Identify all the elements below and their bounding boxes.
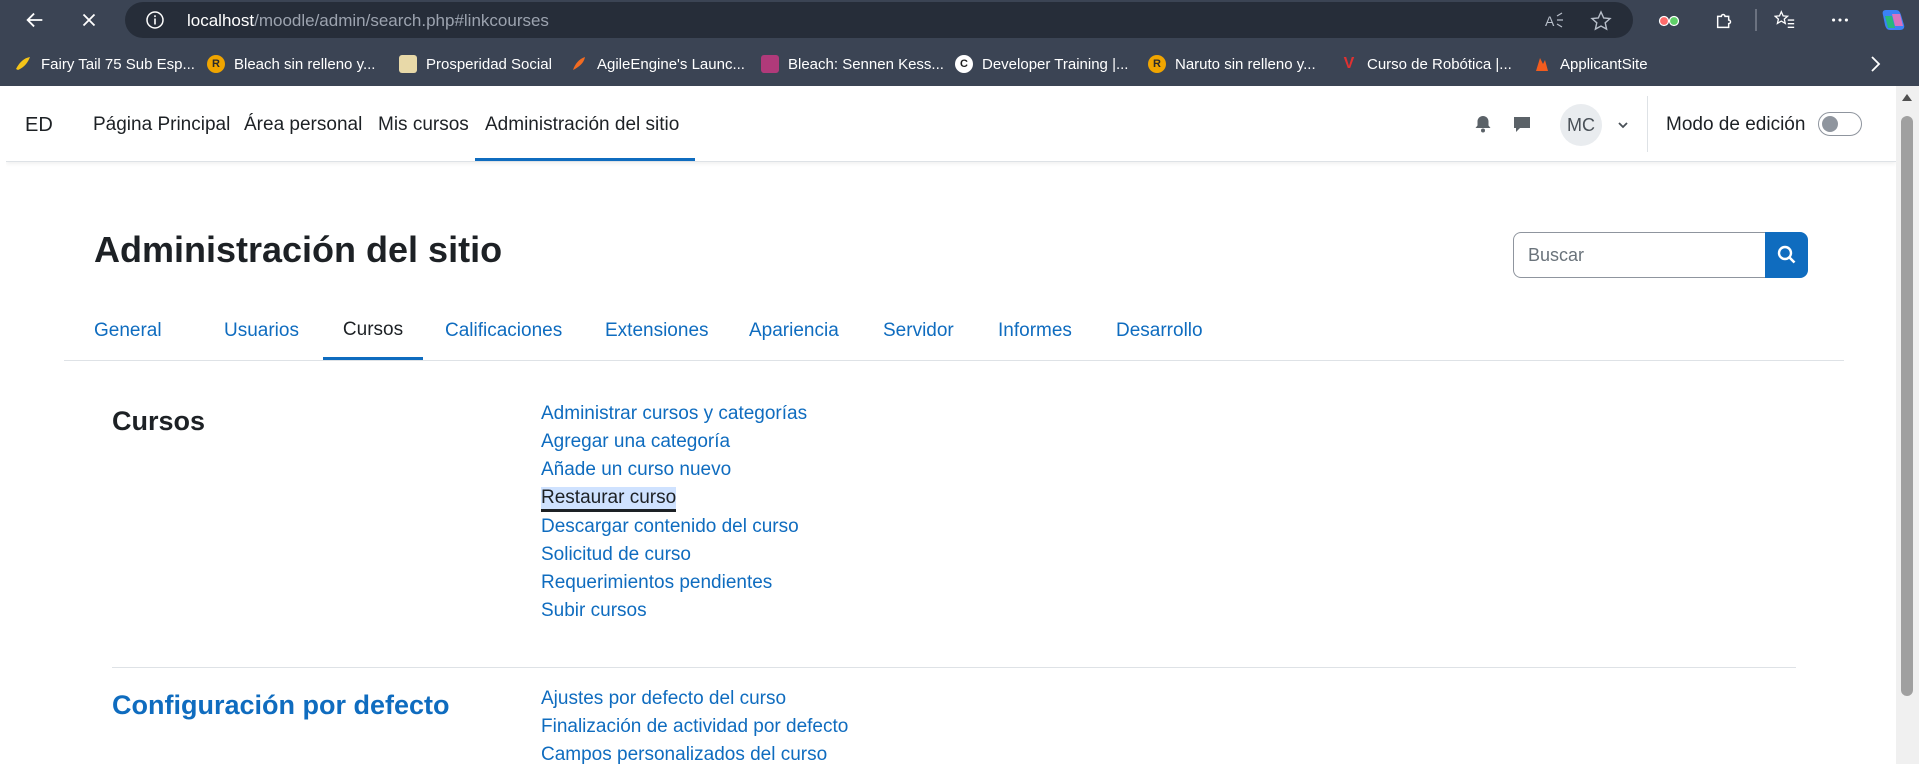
flame-icon bbox=[1533, 55, 1551, 73]
navbar-divider bbox=[1647, 96, 1648, 152]
scrollbar-thumb[interactable] bbox=[1901, 116, 1913, 696]
nav-link-home[interactable]: Página Principal bbox=[93, 114, 230, 136]
browser-chrome: localhost/moodle/admin/search.php#linkco… bbox=[0, 0, 1919, 86]
bookmark-label: Bleach sin relleno y... bbox=[234, 55, 376, 73]
bookmark-label: Prosperidad Social bbox=[426, 55, 552, 73]
letter-r-icon: R bbox=[207, 55, 225, 73]
page-scrollbar[interactable] bbox=[1896, 86, 1919, 764]
bookmark-label: Bleach: Sennen Kess... bbox=[788, 55, 944, 73]
site-brand[interactable]: ED bbox=[25, 114, 53, 137]
bookmark-item[interactable]: Bleach: Sennen Kess... bbox=[761, 53, 944, 75]
nav-link-site-admin[interactable]: Administración del sitio bbox=[485, 114, 679, 136]
toolbar-divider bbox=[1755, 9, 1757, 31]
bookmark-item[interactable]: AgileEngine's Launc... bbox=[570, 53, 745, 75]
link-download-content[interactable]: Descargar contenido del curso bbox=[541, 516, 799, 538]
nav-link-dashboard[interactable]: Área personal bbox=[244, 114, 362, 136]
address-bar[interactable]: localhost/moodle/admin/search.php#linkco… bbox=[125, 2, 1633, 38]
bookmark-item[interactable]: Fairy Tail 75 Sub Esp... bbox=[14, 53, 195, 75]
bookmark-label: ApplicantSite bbox=[1560, 55, 1648, 73]
link-activity-completion-defaults[interactable]: Finalización de actividad por defecto bbox=[541, 716, 848, 738]
section-title-courses: Cursos bbox=[112, 406, 206, 436]
toggle-knob bbox=[1822, 116, 1838, 132]
bookmark-label: Curso de Robótica |... bbox=[1367, 55, 1512, 73]
read-aloud-icon[interactable]: A bbox=[1543, 10, 1565, 32]
edit-mode-label: Modo de edición bbox=[1666, 114, 1806, 135]
back-button[interactable] bbox=[20, 6, 50, 34]
search-input[interactable] bbox=[1513, 232, 1765, 278]
moodle-page: ED Página Principal Área personal Mis cu… bbox=[6, 86, 1896, 764]
bookmark-label: Developer Training |... bbox=[982, 55, 1129, 73]
svg-text:A: A bbox=[1545, 13, 1555, 29]
link-course-custom-fields[interactable]: Campos personalizados del curso bbox=[541, 744, 827, 764]
stop-loading-button[interactable] bbox=[74, 6, 104, 34]
search-icon bbox=[1777, 245, 1795, 264]
extension-glasses-icon[interactable] bbox=[1657, 8, 1681, 32]
search-button[interactable] bbox=[1765, 232, 1808, 278]
top-navbar: ED Página Principal Área personal Mis cu… bbox=[6, 86, 1896, 162]
favorites-list-icon[interactable] bbox=[1773, 8, 1797, 32]
copilot-icon[interactable] bbox=[1880, 6, 1908, 34]
section-divider bbox=[112, 667, 1796, 668]
admin-tabs: General Usuarios Cursos Calificaciones E… bbox=[64, 302, 1844, 361]
chat-icon[interactable] bbox=[1511, 113, 1533, 135]
shield-icon bbox=[399, 55, 417, 73]
anime-icon bbox=[761, 55, 779, 73]
tab-grades[interactable]: Calificaciones bbox=[445, 302, 562, 360]
url-text: localhost/moodle/admin/search.php#linkco… bbox=[187, 11, 549, 30]
extensions-puzzle-icon[interactable] bbox=[1713, 8, 1737, 32]
letter-r-icon: R bbox=[1148, 55, 1166, 73]
letter-c-icon: C bbox=[955, 55, 973, 73]
bookmark-item[interactable]: C Developer Training |... bbox=[955, 53, 1128, 75]
link-upload-courses[interactable]: Subir cursos bbox=[541, 600, 647, 622]
bookmark-label: Naruto sin relleno y... bbox=[1175, 55, 1316, 73]
v-icon: V bbox=[1340, 55, 1358, 73]
tab-general[interactable]: General bbox=[94, 302, 162, 360]
admin-search bbox=[1513, 232, 1808, 278]
info-icon[interactable] bbox=[145, 10, 165, 30]
avatar[interactable]: MC bbox=[1560, 104, 1602, 146]
close-icon bbox=[82, 13, 96, 27]
bookmark-item[interactable]: R Bleach sin relleno y... bbox=[207, 53, 375, 75]
section-title-default-settings[interactable]: Configuración por defecto bbox=[112, 690, 450, 721]
bookmarks-bar: Fairy Tail 75 Sub Esp... R Bleach sin re… bbox=[0, 46, 1919, 82]
more-options-icon[interactable] bbox=[1828, 8, 1852, 32]
tab-server[interactable]: Servidor bbox=[883, 302, 954, 360]
tab-plugins[interactable]: Extensiones bbox=[605, 302, 709, 360]
bookmark-item[interactable]: Prosperidad Social bbox=[399, 53, 552, 75]
rocket-icon bbox=[570, 55, 588, 73]
tab-appearance[interactable]: Apariencia bbox=[749, 302, 839, 360]
bookmark-item[interactable]: R Naruto sin relleno y... bbox=[1148, 53, 1316, 75]
link-restore-course[interactable]: Restaurar curso bbox=[541, 487, 677, 512]
bell-icon[interactable] bbox=[1472, 113, 1494, 135]
link-course-request[interactable]: Solicitud de curso bbox=[541, 544, 691, 566]
wing-icon bbox=[14, 55, 32, 73]
bookmark-label: Fairy Tail 75 Sub Esp... bbox=[41, 55, 195, 73]
bookmark-item[interactable]: V Curso de Robótica |... bbox=[1340, 53, 1512, 75]
nav-active-indicator bbox=[475, 158, 695, 161]
tab-courses[interactable]: Cursos bbox=[323, 302, 423, 360]
page-title: Administración del sitio bbox=[94, 229, 503, 270]
bookmark-item[interactable]: ApplicantSite bbox=[1533, 53, 1648, 75]
arrow-left-icon bbox=[26, 12, 43, 28]
nav-link-my-courses[interactable]: Mis cursos bbox=[378, 114, 469, 136]
edit-mode-toggle[interactable] bbox=[1818, 112, 1862, 136]
bookmark-label: AgileEngine's Launc... bbox=[597, 55, 745, 73]
browser-toolbar: localhost/moodle/admin/search.php#linkco… bbox=[0, 0, 1919, 40]
favorite-star-icon[interactable] bbox=[1590, 10, 1612, 32]
chevron-down-icon[interactable] bbox=[1616, 118, 1630, 132]
link-pending-requests[interactable]: Requerimientos pendientes bbox=[541, 572, 772, 594]
tab-development[interactable]: Desarrollo bbox=[1116, 302, 1203, 360]
tab-users[interactable]: Usuarios bbox=[224, 302, 299, 360]
link-course-defaults[interactable]: Ajustes por defecto del curso bbox=[541, 688, 786, 710]
link-add-category[interactable]: Agregar una categoría bbox=[541, 431, 730, 453]
chevron-right-icon[interactable] bbox=[1864, 53, 1886, 75]
link-manage-courses[interactable]: Administrar cursos y categorías bbox=[541, 403, 807, 425]
tab-reports[interactable]: Informes bbox=[998, 302, 1072, 360]
link-add-course[interactable]: Añade un curso nuevo bbox=[541, 459, 731, 481]
scroll-up-arrow-icon[interactable] bbox=[1902, 94, 1912, 101]
